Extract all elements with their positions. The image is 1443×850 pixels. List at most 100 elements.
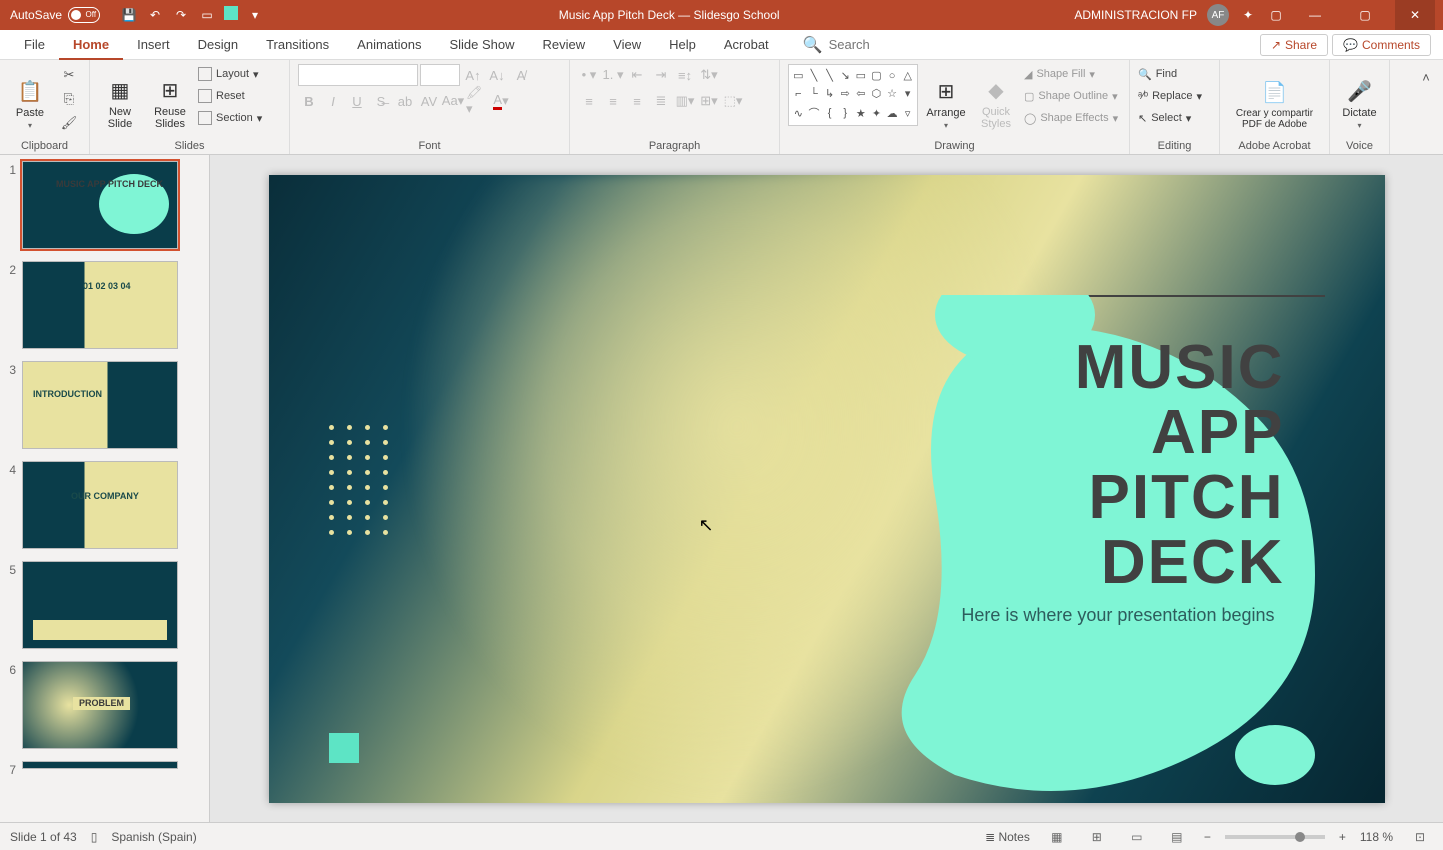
numbering-icon[interactable]: 1. ▾ <box>602 64 624 86</box>
shape-star-icon[interactable]: ☆ <box>885 85 900 102</box>
shape-brace-icon[interactable]: { <box>822 103 837 123</box>
shape-roundrect-icon[interactable]: ▢ <box>869 67 884 84</box>
text-direction-icon[interactable]: ⇅▾ <box>698 64 720 86</box>
zoom-in-button[interactable]: + <box>1339 830 1346 844</box>
shape-line2-icon[interactable]: ╲ <box>822 67 837 84</box>
layout-button[interactable]: Layout ▾ <box>198 64 262 84</box>
undo-icon[interactable]: ↶ <box>146 6 164 24</box>
reading-view-icon[interactable]: ▭ <box>1124 826 1150 848</box>
slide-subtitle[interactable]: Here is where your presentation begins <box>961 605 1274 626</box>
shape-arrow2-icon[interactable]: ⇨ <box>838 85 853 102</box>
tab-view[interactable]: View <box>599 30 655 60</box>
highlight-icon[interactable]: 🖍▾ <box>466 90 488 112</box>
thumb-slide-4[interactable]: OUR COMPANY <box>22 461 178 549</box>
close-button[interactable]: ✕ <box>1395 0 1435 30</box>
copy-icon[interactable]: ⎘ <box>58 88 80 110</box>
underline-button[interactable]: U <box>346 90 368 112</box>
thumb-slide-5[interactable] <box>22 561 178 649</box>
change-case-icon[interactable]: Aa▾ <box>442 90 464 112</box>
tab-insert[interactable]: Insert <box>123 30 184 60</box>
cut-icon[interactable]: ✂ <box>58 64 80 86</box>
shapes-gallery[interactable]: ▭╲╲↘▭▢○△ ⌐└↳⇨⇦⬡☆▾ ∿⌒{}★✦☁▿ <box>788 64 918 126</box>
decrease-font-icon[interactable]: A↓ <box>486 64 508 86</box>
language-status[interactable]: Spanish (Spain) <box>111 830 196 844</box>
align-text-icon[interactable]: ⊞▾ <box>698 90 720 112</box>
tab-file[interactable]: File <box>10 30 59 60</box>
smartart-icon[interactable]: ⬚▾ <box>722 90 744 112</box>
zoom-out-button[interactable]: − <box>1204 830 1211 844</box>
slide-canvas-area[interactable]: MUSIC APP PITCH DECK Here is where your … <box>210 155 1443 822</box>
paste-button[interactable]: 📋 Paste ▾ <box>8 64 52 132</box>
thumb-slide-7[interactable] <box>22 761 178 769</box>
collapse-ribbon-icon[interactable]: ˄ <box>1415 66 1437 88</box>
line-spacing-icon[interactable]: ≡↕ <box>674 64 696 86</box>
char-spacing-icon[interactable]: AV <box>418 90 440 112</box>
font-color-icon[interactable]: A▾ <box>490 90 512 112</box>
shape-triangle-icon[interactable]: △ <box>900 67 915 84</box>
minimize-button[interactable]: — <box>1295 0 1335 30</box>
thumb-slide-1[interactable]: MUSIC APP PITCH DECK <box>22 161 178 249</box>
shape-oval-icon[interactable]: ○ <box>885 67 900 84</box>
save-icon[interactable]: 💾 <box>120 6 138 24</box>
reuse-slides-button[interactable]: ⊞ Reuse Slides <box>148 64 192 132</box>
find-button[interactable]: 🔍Find <box>1138 64 1202 84</box>
replace-button[interactable]: ᵃ⁄ᵇReplace ▾ <box>1138 86 1202 106</box>
shape-fill-button[interactable]: ◢ Shape Fill ▾ <box>1024 64 1118 84</box>
shape-textbox-icon[interactable]: ▭ <box>791 67 806 84</box>
shape-callout-icon[interactable]: ☁ <box>885 103 900 123</box>
dictate-button[interactable]: 🎤 Dictate▾ <box>1338 64 1381 132</box>
fit-to-window-icon[interactable]: ⊡ <box>1407 826 1433 848</box>
font-size-combo[interactable] <box>420 64 460 86</box>
color-swatch-icon[interactable] <box>224 6 238 20</box>
shape-rect-icon[interactable]: ▭ <box>854 67 869 84</box>
accessibility-icon[interactable]: ▯ <box>91 830 98 844</box>
current-slide[interactable]: MUSIC APP PITCH DECK Here is where your … <box>269 175 1385 803</box>
shape-arrow3-icon[interactable]: ⇦ <box>854 85 869 102</box>
shape-effects-button[interactable]: ◯ Shape Effects ▾ <box>1024 108 1118 128</box>
thumb-slide-3[interactable]: INTRODUCTION <box>22 361 178 449</box>
format-painter-icon[interactable]: 🖌 <box>58 112 80 134</box>
shape-more-icon[interactable]: ▾ <box>900 85 915 102</box>
tab-design[interactable]: Design <box>184 30 252 60</box>
shape-scroll-icon[interactable]: ▿ <box>900 103 915 123</box>
start-from-beginning-icon[interactable]: ▭ <box>198 6 216 24</box>
slide-thumbnails-panel[interactable]: 1 MUSIC APP PITCH DECK 2 01 02 03 04 3 I… <box>0 155 210 822</box>
align-left-icon[interactable]: ≡ <box>578 90 600 112</box>
shape-brace2-icon[interactable]: } <box>838 103 853 123</box>
section-button[interactable]: Section ▾ <box>198 108 262 128</box>
bullets-icon[interactable]: • ▾ <box>578 64 600 86</box>
comments-button[interactable]: 💬Comments <box>1332 34 1431 56</box>
clear-formatting-icon[interactable]: A̸ <box>510 64 532 86</box>
user-avatar[interactable]: AF <box>1207 4 1229 26</box>
adobe-pdf-button[interactable]: 📄 Crear y compartir PDF de Adobe <box>1228 64 1321 132</box>
columns-icon[interactable]: ▥▾ <box>674 90 696 112</box>
search-input[interactable] <box>829 37 949 52</box>
sorter-view-icon[interactable]: ⊞ <box>1084 826 1110 848</box>
align-right-icon[interactable]: ≡ <box>626 90 648 112</box>
thumb-slide-2[interactable]: 01 02 03 04 <box>22 261 178 349</box>
align-center-icon[interactable]: ≡ <box>602 90 624 112</box>
slideshow-view-icon[interactable]: ▤ <box>1164 826 1190 848</box>
shape-star5-icon[interactable]: ★ <box>854 103 869 123</box>
shape-line-icon[interactable]: ╲ <box>807 67 822 84</box>
italic-button[interactable]: I <box>322 90 344 112</box>
font-name-combo[interactable] <box>298 64 418 86</box>
strikethrough-button[interactable]: S̶ <box>370 90 392 112</box>
shadow-button[interactable]: ab <box>394 90 416 112</box>
share-button[interactable]: ↗Share <box>1260 34 1328 56</box>
tab-slideshow[interactable]: Slide Show <box>435 30 528 60</box>
redo-icon[interactable]: ↷ <box>172 6 190 24</box>
increase-indent-icon[interactable]: ⇥ <box>650 64 672 86</box>
tab-acrobat[interactable]: Acrobat <box>710 30 783 60</box>
arrange-button[interactable]: ⊞ Arrange▾ <box>924 64 968 132</box>
decrease-indent-icon[interactable]: ⇤ <box>626 64 648 86</box>
ribbon-display-icon[interactable]: ▢ <box>1267 6 1285 24</box>
thumb-slide-6[interactable]: PROBLEM <box>22 661 178 749</box>
shape-hexagon-icon[interactable]: ⬡ <box>869 85 884 102</box>
tell-me-search[interactable]: 🔍 <box>803 35 949 55</box>
new-slide-button[interactable]: ▦ New Slide <box>98 64 142 132</box>
qat-more-icon[interactable]: ▾ <box>246 6 264 24</box>
slide-title[interactable]: MUSIC APP PITCH DECK <box>985 335 1285 595</box>
shape-arc-icon[interactable]: ⌒ <box>807 103 822 123</box>
quick-styles-button[interactable]: ◆ Quick Styles <box>974 64 1018 132</box>
